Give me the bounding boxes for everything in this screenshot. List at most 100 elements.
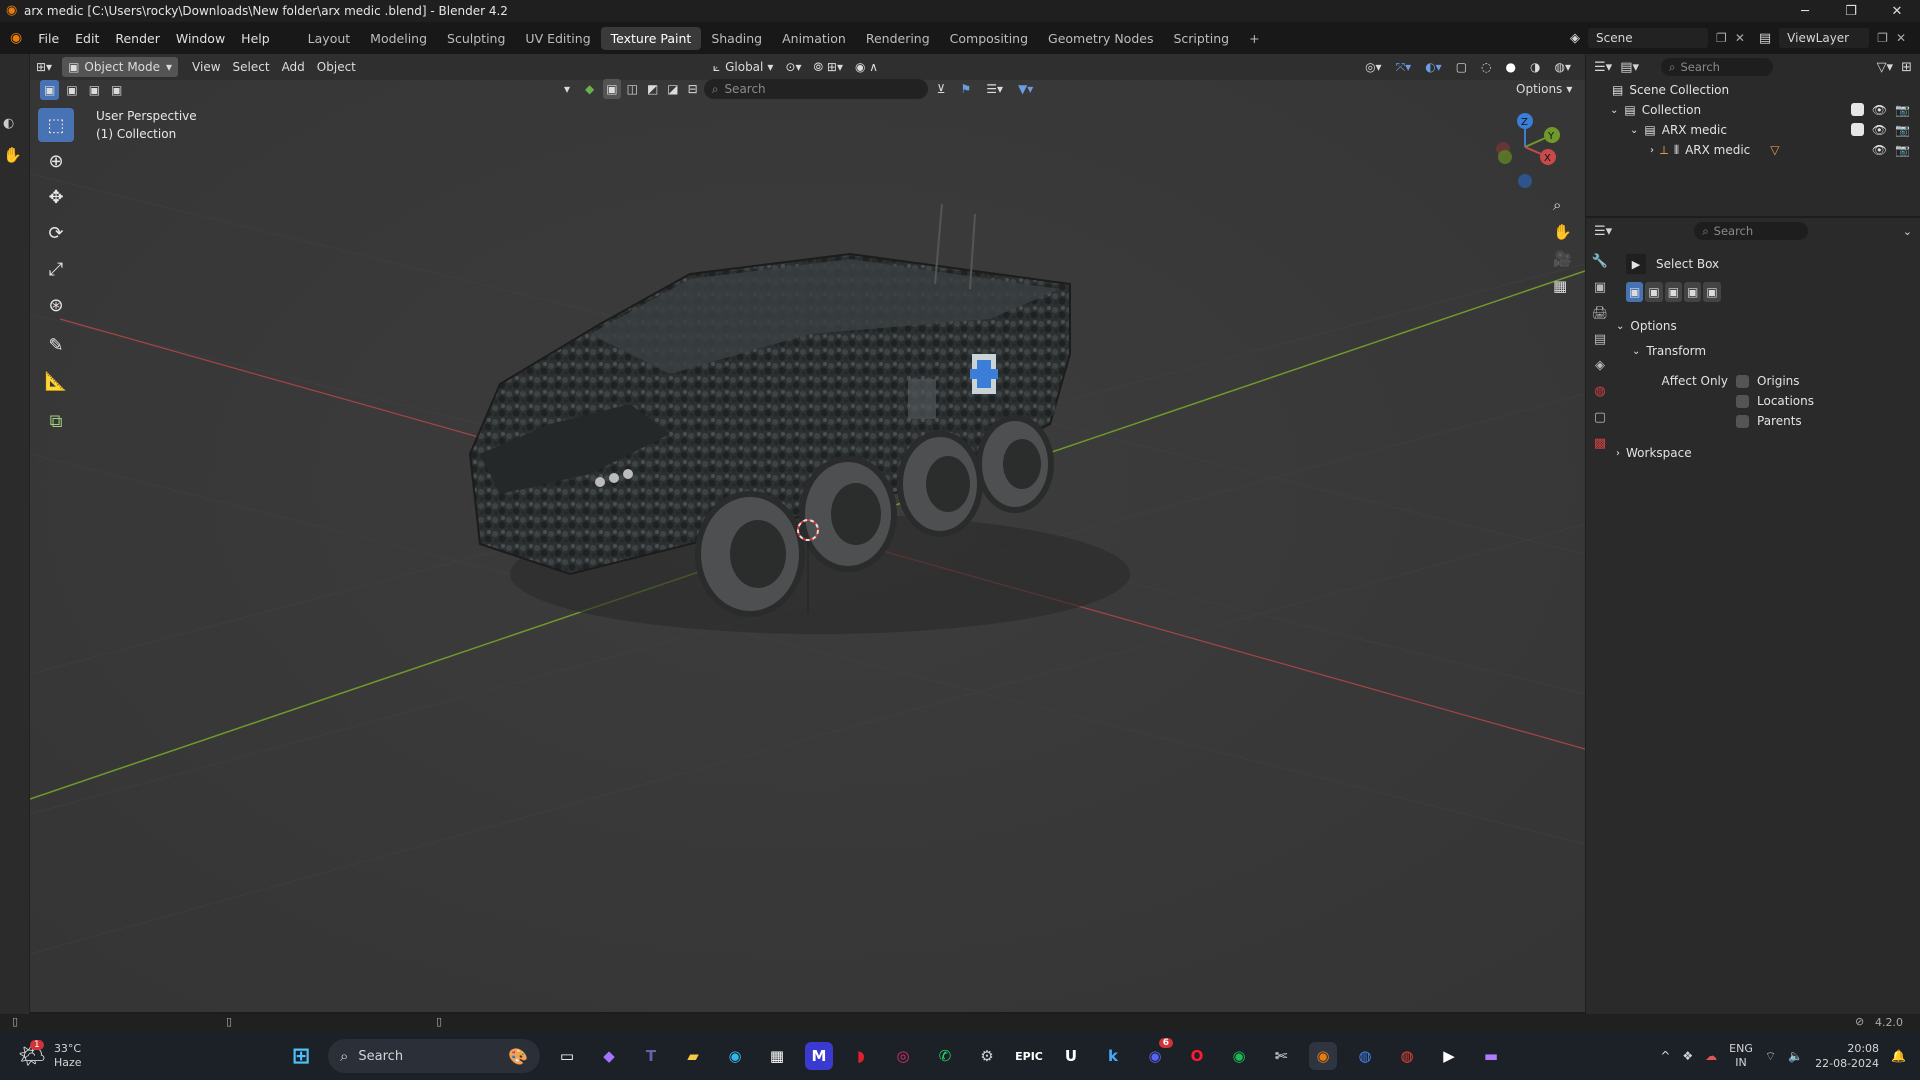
arx-exclude-checkbox[interactable] bbox=[1850, 123, 1864, 136]
minimize-button[interactable]: ─ bbox=[1782, 4, 1828, 19]
rotate-tool[interactable]: ⟳ bbox=[38, 216, 74, 250]
volume-icon[interactable]: 🔈 bbox=[1788, 1049, 1803, 1063]
language-indicator[interactable]: ENG IN bbox=[1729, 1042, 1753, 1070]
remove-view-layer-icon[interactable]: ✕ bbox=[1896, 31, 1906, 45]
transform-tool[interactable]: ⊛ bbox=[38, 288, 74, 322]
pan-hand-icon[interactable]: ✋ bbox=[1553, 223, 1572, 241]
measure-tool[interactable]: 📐 bbox=[38, 364, 74, 398]
orientation-selector[interactable]: ⟀ Global ▾ bbox=[707, 57, 780, 77]
filter-icon[interactable]: ▽▾ bbox=[1877, 60, 1894, 75]
solid-shading-icon[interactable]: ● bbox=[1500, 57, 1522, 77]
camera-view-icon[interactable]: 🎥 bbox=[1553, 250, 1572, 268]
other-filter-icon[interactable]: ⊟ bbox=[685, 79, 701, 99]
menu-edit[interactable]: Edit bbox=[67, 31, 107, 46]
origins-checkbox[interactable] bbox=[1736, 374, 1749, 388]
mode-extend-icon[interactable]: ▣ bbox=[1645, 282, 1663, 302]
options-dropdown[interactable]: Options ▾ bbox=[1510, 79, 1578, 99]
pivot-icon[interactable]: ⊙▾ bbox=[779, 57, 807, 77]
collapse-arrow-icon[interactable]: ◐ bbox=[3, 116, 14, 131]
light-filter-icon[interactable]: ◩ bbox=[644, 79, 661, 99]
menu-window[interactable]: Window bbox=[168, 31, 233, 46]
editor-type-icon[interactable]: ⊞▾ bbox=[30, 57, 58, 77]
mode-intersect-icon[interactable]: ▣ bbox=[1703, 282, 1721, 302]
teams-icon[interactable]: T bbox=[637, 1042, 665, 1070]
gizmo-toggle-icon[interactable]: ⤧▾ bbox=[1390, 57, 1418, 77]
expand-arrow-icon[interactable]: ⌄ bbox=[1610, 105, 1618, 116]
3d-viewport[interactable]: User Perspective (1) Collection Z Y X ⌕ … bbox=[30, 54, 1585, 1012]
krita-k-icon[interactable]: k bbox=[1099, 1042, 1127, 1070]
sort-icon[interactable]: ☰▾ bbox=[980, 79, 1009, 99]
scene-tab-icon[interactable]: ◈ bbox=[1595, 358, 1605, 373]
select-box-tool[interactable]: ⬚ bbox=[38, 108, 74, 142]
opera-icon[interactable]: O bbox=[1183, 1042, 1211, 1070]
curve-filter-icon[interactable]: ◫ bbox=[624, 79, 641, 99]
maximize-button[interactable]: ❐ bbox=[1828, 4, 1874, 19]
whatsapp-icon[interactable]: ✆ bbox=[931, 1042, 959, 1070]
security-tray-icon[interactable]: ☁ bbox=[1705, 1049, 1717, 1063]
filter-chevron-icon[interactable]: ▾ bbox=[558, 79, 576, 99]
menu-select[interactable]: Select bbox=[227, 57, 276, 77]
wifi-icon[interactable]: ⌔ bbox=[1765, 1049, 1776, 1064]
menu-file[interactable]: File bbox=[30, 31, 67, 46]
clipchamp-icon[interactable]: ▬ bbox=[1477, 1042, 1505, 1070]
chrome-profile-icon[interactable]: ◍ bbox=[1393, 1042, 1421, 1070]
outliner-search-input[interactable]: ⌕ Search bbox=[1661, 58, 1773, 76]
texture-tab-icon[interactable]: ▩ bbox=[1594, 436, 1606, 451]
cursor-tool[interactable]: ⊕ bbox=[38, 144, 74, 178]
world-tab-icon[interactable]: ◍ bbox=[1594, 384, 1605, 399]
select-intersect-icon[interactable]: ▣ bbox=[107, 80, 126, 100]
ortho-grid-icon[interactable]: ▦ bbox=[1553, 277, 1572, 295]
navigation-gizmo[interactable]: Z Y X bbox=[1490, 109, 1570, 189]
weather-widget[interactable]: 🌤 1 33°C Haze bbox=[18, 1039, 268, 1070]
discord-icon[interactable]: ◉ 6 bbox=[1141, 1038, 1173, 1070]
scene-selector[interactable]: Scene bbox=[1588, 28, 1709, 48]
blender-taskbar-icon[interactable]: ◉ bbox=[1309, 1042, 1337, 1070]
camera-icon[interactable]: 📷 bbox=[1895, 103, 1910, 117]
add-cube-tool[interactable]: ⧉ bbox=[38, 404, 74, 438]
steam-icon[interactable]: ⚙ bbox=[973, 1042, 1001, 1070]
outliner-arx-collection-row[interactable]: ⌄ ▤ ARX medic 👁 📷 bbox=[1586, 120, 1920, 140]
tab-texture-paint[interactable]: Texture Paint bbox=[600, 26, 702, 50]
outliner-collection-row[interactable]: ⌄ ▤ Collection 👁 📷 bbox=[1586, 100, 1920, 120]
outliner-editor-icon[interactable]: ☰▾ bbox=[1594, 60, 1612, 75]
bookmark-icon[interactable]: ⚑ bbox=[955, 79, 978, 99]
tab-geometry-nodes[interactable]: Geometry Nodes bbox=[1038, 27, 1163, 50]
dropbox-tray-icon[interactable]: ❖ bbox=[1682, 1049, 1693, 1063]
locations-checkbox[interactable] bbox=[1736, 394, 1749, 408]
scale-tool[interactable]: ⤢ bbox=[38, 252, 74, 286]
select-new-icon[interactable]: ▣ bbox=[40, 80, 60, 100]
tab-layout[interactable]: Layout bbox=[298, 27, 361, 50]
media-player-icon[interactable]: ▶ bbox=[1435, 1042, 1463, 1070]
options-section-header[interactable]: ⌄ Options bbox=[1616, 316, 1916, 336]
view-layer-tab-icon[interactable]: ▤ bbox=[1594, 332, 1606, 347]
camera-icon[interactable]: 📷 bbox=[1895, 123, 1910, 137]
camera-filter-icon[interactable]: ◪ bbox=[664, 79, 681, 99]
menu-object[interactable]: Object bbox=[311, 57, 362, 77]
instagram-icon[interactable]: ◎ bbox=[889, 1042, 917, 1070]
collection-exclude-checkbox[interactable] bbox=[1850, 103, 1864, 116]
menu-view[interactable]: View bbox=[186, 57, 226, 77]
tab-rendering[interactable]: Rendering bbox=[856, 27, 940, 50]
tab-scripting[interactable]: Scripting bbox=[1163, 27, 1239, 50]
mcafee-icon[interactable]: ◗ bbox=[847, 1042, 875, 1070]
eye-icon[interactable]: 👁 bbox=[1872, 143, 1887, 157]
wireframe-shading-icon[interactable]: ◌ bbox=[1475, 57, 1497, 77]
filter-funnel-icon[interactable]: ⊻ bbox=[931, 79, 952, 99]
visibility-icon[interactable]: ◎▾ bbox=[1359, 57, 1388, 77]
output-tab-icon[interactable]: 🖨 bbox=[1592, 306, 1609, 321]
proportional-icon[interactable]: ◉ ∧ bbox=[849, 57, 884, 77]
parents-checkbox[interactable] bbox=[1736, 414, 1749, 428]
snap-icon[interactable]: ⦾ ⊞▾ bbox=[807, 57, 849, 77]
tab-sculpting[interactable]: Sculpting bbox=[437, 27, 515, 50]
workspace-section-header[interactable]: › Workspace bbox=[1616, 443, 1916, 463]
chevron-down-icon[interactable]: ⌄ bbox=[1903, 225, 1912, 238]
chrome-icon[interactable]: ◍ bbox=[1351, 1042, 1379, 1070]
notification-bell-icon[interactable]: 🔔 bbox=[1891, 1049, 1906, 1063]
hand-icon[interactable]: ✋ bbox=[3, 146, 22, 164]
viewport-search-input[interactable]: ⌕ Search bbox=[703, 79, 928, 99]
tray-overflow-icon[interactable]: ^ bbox=[1660, 1049, 1670, 1063]
overlay-toggle-icon[interactable]: ◐▾ bbox=[1419, 57, 1448, 77]
new-scene-icon[interactable]: ❐ bbox=[1716, 31, 1727, 45]
copilot-icon[interactable]: ◆ bbox=[595, 1042, 623, 1070]
xray-icon[interactable]: ▢ bbox=[1450, 57, 1473, 77]
